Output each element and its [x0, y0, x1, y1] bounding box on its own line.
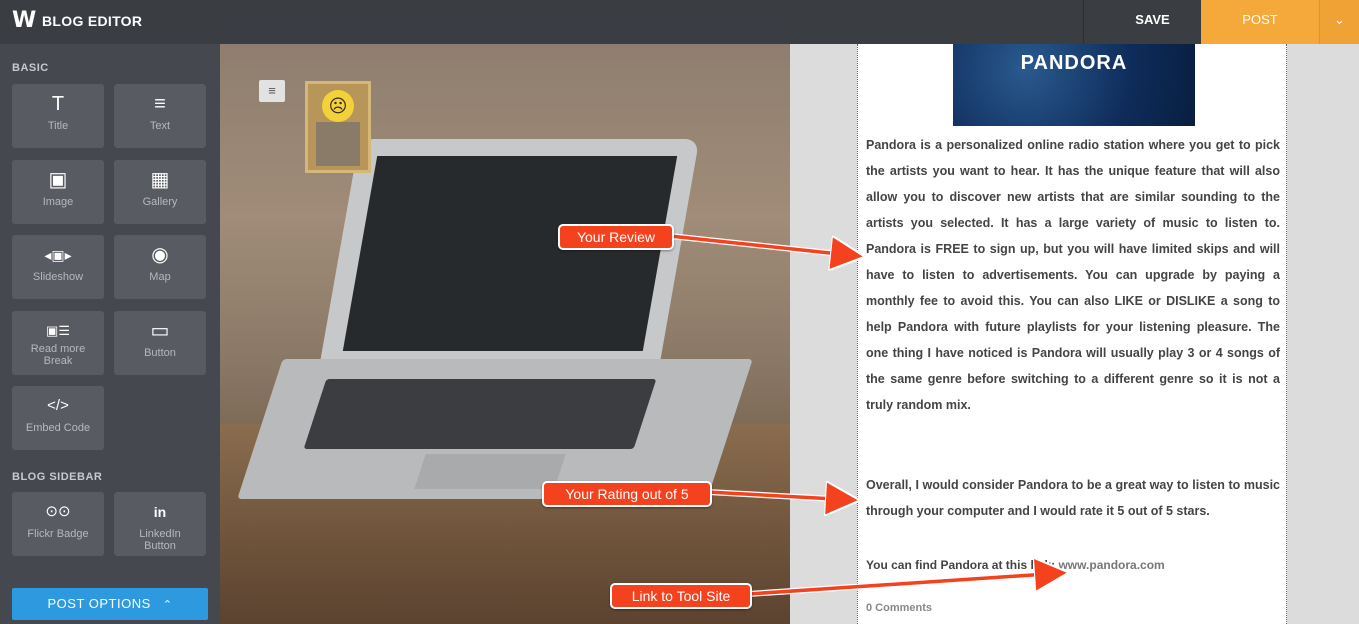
code-icon: </> — [47, 397, 69, 414]
banner-logo-text: PANDORA — [1020, 52, 1128, 74]
slideshow-icon: ◂▣▸ — [44, 247, 72, 263]
read-more-break-element-tile[interactable]: ▣☰ Read more Break — [12, 311, 104, 375]
chevron-up-icon: ⌃ — [162, 599, 173, 611]
post-options-label: POST OPTIONS — [47, 596, 151, 611]
text-lines-icon: ≡ — [154, 93, 166, 115]
blog-post-content[interactable]: PANDORA Pandora is a personalized online… — [857, 44, 1287, 624]
comments-count[interactable]: 0 Comments — [866, 602, 932, 614]
pandora-link[interactable]: www.pandora.com — [1058, 558, 1164, 572]
basic-section-label: BASIC — [12, 62, 49, 74]
tile-label: Image — [42, 196, 74, 208]
linkedin-icon: in — [153, 504, 167, 520]
header-photo[interactable]: ≡ ☹ — [220, 44, 790, 624]
avatar[interactable]: ☹ — [305, 81, 371, 173]
map-pin-icon: ◉ — [151, 244, 169, 266]
post-options-button[interactable]: POST OPTIONS ⌃ — [12, 588, 208, 620]
post-dropdown-chevron-icon[interactable]: ⌄ — [1319, 0, 1359, 44]
your-rating-callout: Your Rating out of 5 — [542, 481, 712, 507]
linkedin-button-element-tile[interactable]: in LinkedIn Button — [114, 492, 206, 556]
embed-code-element-tile[interactable]: </> Embed Code — [12, 386, 104, 450]
tile-label: Flickr Badge — [27, 528, 89, 540]
map-element-tile[interactable]: ◉ Map — [114, 235, 206, 299]
your-review-callout: Your Review — [558, 224, 674, 250]
pandora-banner-image[interactable]: PANDORA — [953, 44, 1195, 126]
avatar-figure — [316, 122, 360, 166]
text-element-tile[interactable]: ≡ Text — [114, 84, 206, 148]
blog-sidebar-section-label: BLOG SIDEBAR — [12, 471, 103, 483]
tile-label: Gallery — [142, 196, 178, 208]
tile-label: Read more Break — [30, 343, 86, 367]
element-sidebar: BASIC T Title ≡ Text ▣ Image ▦ Gallery ◂… — [0, 44, 220, 624]
read-more-icon: ▣☰ — [46, 323, 70, 338]
flickr-icon: ⊙⊙ — [45, 503, 71, 520]
title-icon: T — [51, 93, 65, 115]
tile-label: Title — [47, 120, 69, 132]
image-element-tile[interactable]: ▣ Image — [12, 160, 104, 224]
tile-label: Text — [149, 120, 171, 132]
tile-label: Embed Code — [25, 422, 91, 434]
gallery-grid-icon: ▦ — [150, 169, 170, 191]
rating-paragraph[interactable]: Overall, I would consider Pandora to be … — [866, 472, 1280, 524]
hamburger-menu-icon[interactable]: ≡ — [259, 80, 285, 102]
laptop-keyboard — [303, 379, 657, 449]
title-element-tile[interactable]: T Title — [12, 84, 104, 148]
link-paragraph[interactable]: You can find Pandora at this link: www.p… — [866, 558, 1165, 572]
button-element-tile[interactable]: ▭ Button — [114, 311, 206, 375]
sad-face-icon: ☹ — [322, 90, 354, 122]
link-prefix: You can find Pandora at this link: — [866, 558, 1059, 572]
tile-label: Map — [149, 271, 171, 283]
image-icon: ▣ — [48, 169, 68, 191]
top-bar: W BLOG EDITOR SAVE POST ⌄ — [0, 0, 1359, 44]
flickr-badge-element-tile[interactable]: ⊙⊙ Flickr Badge — [12, 492, 104, 556]
link-to-tool-site-callout: Link to Tool Site — [610, 583, 752, 609]
tile-label: Slideshow — [32, 271, 84, 283]
tile-label: LinkedIn Button — [139, 528, 181, 552]
slideshow-element-tile[interactable]: ◂▣▸ Slideshow — [12, 235, 104, 299]
weebly-logo-icon[interactable]: W — [12, 8, 38, 34]
post-button[interactable]: POST — [1201, 0, 1319, 44]
laptop-display — [342, 156, 678, 351]
button-icon: ▭ — [150, 320, 170, 342]
gallery-element-tile[interactable]: ▦ Gallery — [114, 160, 206, 224]
app-title: BLOG EDITOR — [42, 13, 143, 29]
review-paragraph[interactable]: Pandora is a personalized online radio s… — [866, 132, 1280, 418]
tile-label: Button — [144, 347, 176, 359]
